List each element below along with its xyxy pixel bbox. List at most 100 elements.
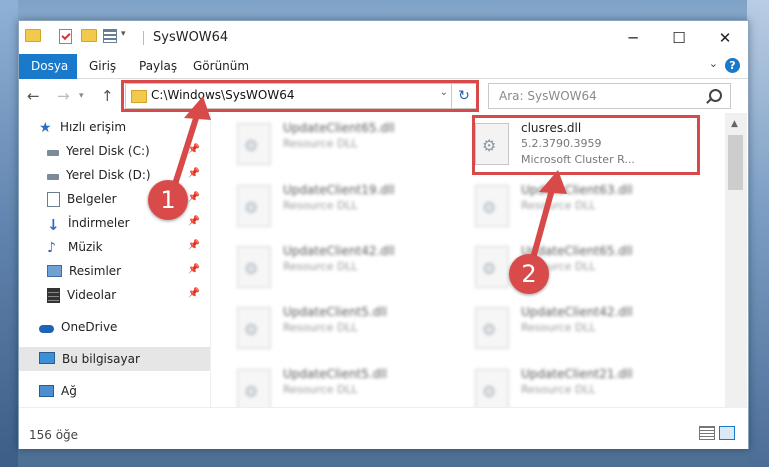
pin-icon[interactable]: 📌 bbox=[188, 240, 200, 251]
file-type: Resource DLL bbox=[283, 321, 358, 334]
pin-icon[interactable]: 📌 bbox=[188, 264, 200, 275]
forward-arrow-icon[interactable]: → bbox=[57, 87, 70, 105]
list-item[interactable]: UpdateClient65.dll Resource DLL bbox=[475, 242, 695, 292]
tab-share[interactable]: Paylaş bbox=[127, 54, 189, 78]
list-item[interactable]: UpdateClient5.dll Resource DLL bbox=[237, 365, 457, 407]
sidebar-item-label: İndirmeler bbox=[68, 216, 130, 230]
details-view-icon[interactable] bbox=[699, 426, 715, 440]
file-name: UpdateClient19.dll bbox=[283, 183, 395, 197]
minimize-button[interactable]: ─ bbox=[610, 21, 656, 54]
list-item[interactable]: UpdateClient63.dll Resource DLL bbox=[475, 181, 695, 231]
sidebar-item-label: Videolar bbox=[67, 288, 117, 302]
dll-file-icon bbox=[475, 185, 509, 227]
file-type: Resource DLL bbox=[283, 260, 358, 273]
close-button[interactable]: ✕ bbox=[702, 21, 748, 54]
network-icon bbox=[39, 385, 54, 397]
sidebar-item-label: Belgeler bbox=[67, 192, 117, 206]
search-icon[interactable] bbox=[709, 89, 722, 102]
list-item[interactable]: UpdateClient65.dll Resource DLL bbox=[237, 119, 457, 169]
expand-ribbon-chevron-icon[interactable]: ⌄ bbox=[709, 57, 718, 70]
drive-icon bbox=[47, 150, 59, 156]
list-item[interactable]: UpdateClient5.dll Resource DLL bbox=[237, 303, 457, 353]
file-type: Resource DLL bbox=[283, 137, 358, 150]
sidebar-item-label: Resimler bbox=[69, 264, 122, 278]
properties-check-icon[interactable] bbox=[59, 29, 72, 44]
tiles-view-icon[interactable] bbox=[719, 426, 735, 440]
dll-file-icon bbox=[237, 185, 271, 227]
scroll-up-arrow-icon[interactable]: ▲ bbox=[731, 119, 738, 129]
customize-toolbar-chevron-icon[interactable]: ▾ bbox=[121, 29, 126, 39]
sidebar-item-label: Müzik bbox=[68, 240, 103, 254]
sidebar-item-label: Hızlı erişim bbox=[60, 120, 127, 134]
file-type: Resource DLL bbox=[521, 199, 596, 212]
search-placeholder[interactable]: Ara: SysWOW64 bbox=[499, 89, 597, 103]
list-item[interactable]: UpdateClient19.dll Resource DLL bbox=[237, 181, 457, 231]
pictures-icon bbox=[47, 265, 62, 277]
list-item[interactable]: UpdateClient42.dll Resource DLL bbox=[237, 242, 457, 292]
file-name: UpdateClient63.dll bbox=[521, 183, 633, 197]
address-highlight-box bbox=[121, 80, 479, 112]
star-icon: ★ bbox=[39, 120, 52, 136]
navigation-bar: ← → ▾ ↑ C:\Windows\SysWOW64 ⌄ ↻ Ara: Sys… bbox=[19, 79, 748, 113]
sidebar-item-label: Bu bilgisayar bbox=[62, 352, 140, 366]
desktop-background-right bbox=[747, 0, 769, 467]
search-box[interactable]: Ara: SysWOW64 bbox=[488, 83, 731, 109]
list-item[interactable]: UpdateClient42.dll Resource DLL bbox=[475, 303, 695, 353]
computer-icon bbox=[39, 352, 55, 364]
back-arrow-icon[interactable]: ← bbox=[27, 87, 40, 105]
sidebar-item-this-pc[interactable]: Bu bilgisayar bbox=[19, 347, 210, 371]
vertical-scrollbar[interactable]: ▲ bbox=[725, 113, 747, 407]
sidebar-item-label: Yerel Disk (D:) bbox=[66, 168, 151, 182]
drive-icon bbox=[47, 174, 59, 180]
tab-home[interactable]: Giriş bbox=[77, 54, 128, 78]
window-title: SysWOW64 bbox=[153, 30, 229, 45]
sidebar-item-label: Yerel Disk (C:) bbox=[66, 144, 150, 158]
scrollbar-thumb[interactable] bbox=[728, 135, 743, 190]
file-name: UpdateClient65.dll bbox=[283, 121, 395, 135]
pin-icon[interactable]: 📌 bbox=[188, 216, 200, 227]
video-icon bbox=[47, 287, 60, 303]
sidebar-item-local-disk-c[interactable]: Yerel Disk (C:) 📌 bbox=[19, 139, 210, 163]
pin-icon[interactable]: 📌 bbox=[188, 168, 200, 179]
quick-access-folder-icon[interactable] bbox=[25, 29, 41, 42]
list-item[interactable]: UpdateClient21.dll Resource DLL bbox=[475, 365, 695, 407]
item-count: 156 öğe bbox=[29, 428, 79, 442]
sidebar-item-label: OneDrive bbox=[61, 320, 118, 334]
navigation-pane: ★ Hızlı erişim Yerel Disk (C:) 📌 Yerel D… bbox=[19, 113, 211, 407]
explorer-window: ▾ SysWOW64 ─ ☐ ✕ Dosya Giriş Paylaş Görü… bbox=[18, 20, 749, 449]
maximize-button[interactable]: ☐ bbox=[656, 21, 702, 54]
pin-icon[interactable]: 📌 bbox=[188, 192, 200, 203]
file-name: UpdateClient21.dll bbox=[521, 367, 633, 381]
sidebar-item-quick-access[interactable]: ★ Hızlı erişim bbox=[19, 115, 210, 139]
desktop-background-left bbox=[0, 0, 18, 467]
dll-file-icon bbox=[237, 307, 271, 349]
dll-file-icon bbox=[237, 123, 271, 165]
sidebar-item-onedrive[interactable]: OneDrive bbox=[19, 315, 210, 339]
help-icon[interactable]: ? bbox=[725, 58, 740, 73]
file-highlight-box bbox=[472, 115, 700, 175]
dll-file-icon bbox=[475, 369, 509, 407]
file-list: UpdateClient65.dll Resource DLL UpdateCl… bbox=[211, 113, 725, 407]
annotation-badge-2: 2 bbox=[509, 254, 549, 294]
file-type: Resource DLL bbox=[283, 199, 358, 212]
dll-file-icon bbox=[475, 246, 509, 288]
sidebar-item-music[interactable]: ♪ Müzik 📌 bbox=[19, 235, 210, 259]
sidebar-item-pictures[interactable]: Resimler 📌 bbox=[19, 259, 210, 283]
sidebar-item-local-disk-d[interactable]: Yerel Disk (D:) 📌 bbox=[19, 163, 210, 187]
dll-file-icon bbox=[475, 307, 509, 349]
title-bar: ▾ SysWOW64 ─ ☐ ✕ bbox=[19, 21, 748, 54]
cloud-icon bbox=[39, 325, 54, 333]
up-arrow-icon[interactable]: ↑ bbox=[101, 87, 114, 105]
sidebar-item-network[interactable]: Ağ bbox=[19, 379, 210, 403]
file-type: Resource DLL bbox=[283, 383, 358, 396]
new-folder-icon[interactable] bbox=[81, 29, 97, 42]
download-icon: ↓ bbox=[47, 216, 60, 234]
properties-icon[interactable] bbox=[103, 29, 117, 43]
tab-view[interactable]: Görünüm bbox=[181, 54, 261, 78]
recent-locations-chevron-icon[interactable]: ▾ bbox=[79, 91, 84, 101]
sidebar-item-videos[interactable]: Videolar 📌 bbox=[19, 283, 210, 307]
pin-icon[interactable]: 📌 bbox=[188, 144, 200, 155]
pin-icon[interactable]: 📌 bbox=[188, 288, 200, 299]
file-name: UpdateClient42.dll bbox=[521, 305, 633, 319]
file-name: UpdateClient5.dll bbox=[283, 367, 387, 381]
